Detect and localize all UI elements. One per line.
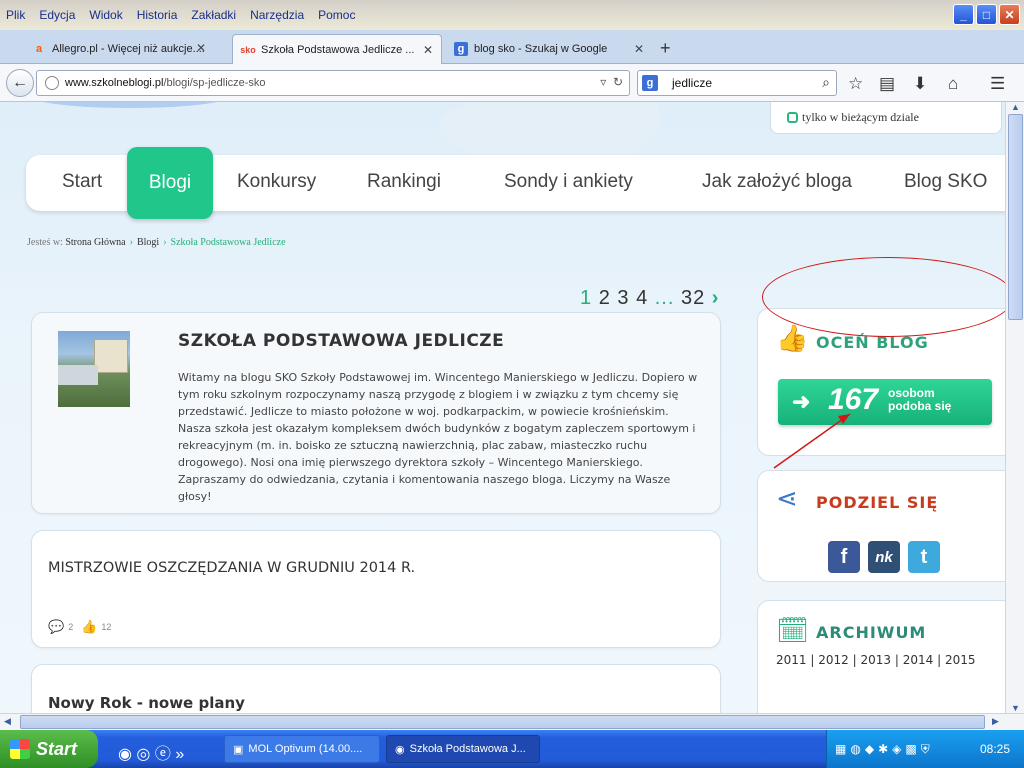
reload-icon[interactable]: ▿ ↻ [600,75,623,89]
clock[interactable]: 08:25 [980,742,1010,756]
minimize-button[interactable]: _ [953,4,974,25]
mol-icon: ▣ [233,743,244,756]
tab-strip: a Allegro.pl - Więcej niż aukcje.... sko… [0,30,1024,64]
menu-zakladki[interactable]: Zakładki [191,8,236,22]
menu-pomoc[interactable]: Pomoc [318,8,355,22]
quick-launch: ◉ ◎ ⓔ » [118,740,184,764]
download-icon[interactable]: ⬇ [913,74,927,94]
back-button[interactable]: ← [6,69,34,97]
system-tray: ▦ ◍ ◆ ✱ ◈ ▩ ⛨ 08:25 [826,730,1024,768]
menu-edycja[interactable]: Edycja [39,8,75,22]
search-bar[interactable]: g jedlicze ⌕ [637,70,837,96]
window-titlebar: Plik Edycja Widok Historia Zakładki Narz… [0,0,1024,30]
firefox-icon: ◉ [395,743,405,756]
allegro-icon: a [35,43,43,55]
task-label: Szkoła Podstawowa J... [409,743,526,755]
home-icon[interactable]: ⌂ [948,74,958,94]
tab-google[interactable]: g blog sko - Szukaj w Google ✕ [446,34,652,64]
browser-icon[interactable]: ◎ [136,746,150,763]
horizontal-scrollbar[interactable]: ◀ ▶ [0,713,1024,730]
menu-bar: Plik Edycja Widok Historia Zakładki Narz… [0,0,369,30]
vertical-scrollbar[interactable]: ▲ ▼ [1005,102,1024,713]
navigation-toolbar: ← www.szkolneblogi.pl/blogi/sp-jedlicze-… [0,64,1024,102]
bookmark-star-icon[interactable]: ☆ [848,74,863,94]
url-bar[interactable]: www.szkolneblogi.pl/blogi/sp-jedlicze-sk… [36,70,630,96]
tab-label: Szkoła Podstawowa Jedlicze ... [261,43,415,56]
quick-launch-more[interactable]: » [175,746,184,763]
menu-widok[interactable]: Widok [89,8,122,22]
tab-close-icon[interactable]: ✕ [634,42,644,56]
tab-label: blog sko - Szukaj w Google [474,43,608,55]
globe-icon [45,76,59,90]
menu-plik[interactable]: Plik [6,8,25,22]
bookmarks-list-icon[interactable]: ▤ [879,74,895,94]
hamburger-menu-icon[interactable]: ☰ [990,74,1005,94]
annotation-arrow [773,413,851,469]
tray-app-icon[interactable]: ◈ [892,742,901,756]
start-button[interactable]: Start [0,730,98,768]
network-icon[interactable]: ▦ [835,742,846,756]
tab-label: Allegro.pl - Więcej niż aukcje.... [52,43,205,55]
ie-icon[interactable]: ⓔ [155,746,171,763]
google-icon: g [454,42,468,56]
shield-icon[interactable]: ⛨ [921,742,930,757]
url-host: www.szkolneblogi.pl [65,77,164,89]
scroll-up-icon[interactable]: ▲ [1011,102,1020,112]
task-label: MOL Optivum (14.00.... [248,743,363,755]
windows-flag-icon [10,739,30,759]
sko-icon: sko [240,44,256,55]
scrollbar-thumb[interactable] [20,715,985,729]
window-controls: _ □ ✕ [953,4,1020,25]
task-firefox[interactable]: ◉ Szkoła Podstawowa J... [386,735,540,763]
scroll-left-icon[interactable]: ◀ [4,716,11,727]
new-tab-button[interactable]: + [660,38,671,59]
scroll-down-icon[interactable]: ▼ [1011,703,1020,713]
tray-app-icon[interactable]: ◆ [865,742,874,756]
url-path: /blogi/sp-jedlicze-sko [163,77,266,89]
volume-icon[interactable]: ◍ [850,742,860,756]
search-icon[interactable]: ⌕ [822,74,830,91]
tab-close-icon[interactable]: ✕ [423,43,433,57]
scroll-right-icon[interactable]: ▶ [992,716,999,727]
start-label: Start [36,738,78,759]
scrollbar-thumb[interactable] [1008,114,1023,320]
page-viewport: tylko w bieżącym dziale Start Blogi Konk… [0,102,1005,713]
tray-app-icon[interactable]: ✱ [878,742,888,756]
close-button[interactable]: ✕ [999,4,1020,25]
maximize-button[interactable]: □ [976,4,997,25]
google-engine-icon[interactable]: g [642,75,658,91]
taskbar: Start ◉ ◎ ⓔ » ▣ MOL Optivum (14.00.... ◉… [0,730,1024,768]
menu-historia[interactable]: Historia [137,8,178,22]
firefox-icon[interactable]: ◉ [118,746,132,763]
task-mol-optivum[interactable]: ▣ MOL Optivum (14.00.... [224,735,380,763]
tray-app-icon[interactable]: ▩ [905,742,916,756]
menu-narzedzia[interactable]: Narzędzia [250,8,304,22]
tab-sko-active[interactable]: sko Szkoła Podstawowa Jedlicze ... ✕ [232,34,442,64]
search-input[interactable]: jedlicze [672,76,712,90]
tab-close-icon[interactable]: ✕ [196,41,206,55]
back-arrow-icon: ← [12,74,28,91]
